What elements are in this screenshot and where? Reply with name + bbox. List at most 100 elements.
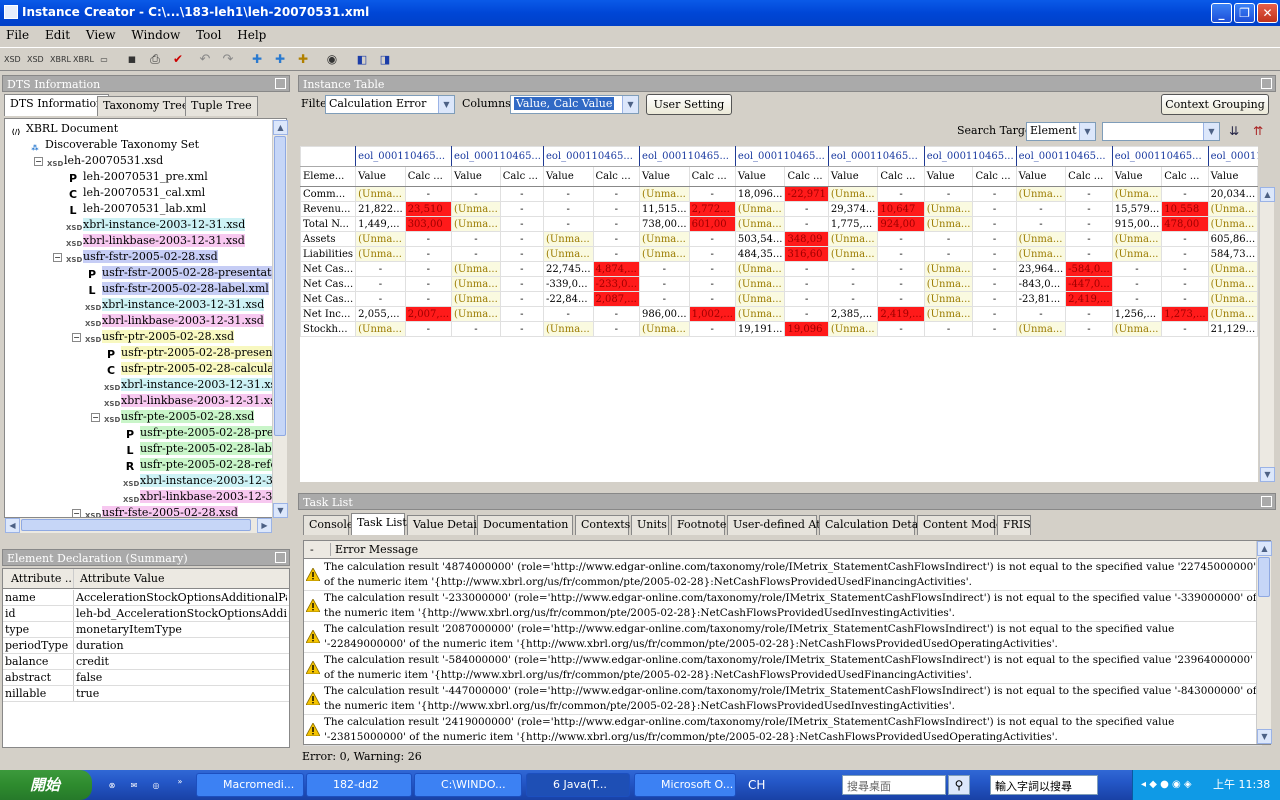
calc-value-cell[interactable]: - (784, 216, 829, 232)
value-cell[interactable]: (Unma... (639, 321, 690, 337)
value-cell[interactable]: (Unma... (355, 186, 406, 202)
scroll-down-icon[interactable]: ▼ (273, 503, 288, 518)
calc-value-cell[interactable]: - (499, 246, 544, 262)
calc-value-cell[interactable]: - (784, 276, 829, 292)
value-cell[interactable]: (Unma... (1015, 246, 1067, 262)
element-name-cell[interactable]: Net Cas... (300, 276, 357, 292)
calc-value-cell[interactable]: - (1065, 246, 1113, 262)
tree-node[interactable]: Cleh-20070531_cal.xml (66, 185, 205, 201)
context-group-header[interactable]: eol_000110465... (827, 146, 925, 167)
value-cell[interactable]: 19,191... (734, 321, 786, 337)
calc-value-cell[interactable]: 2,772... (688, 201, 736, 217)
calc-value-cell[interactable]: 2,087,... (592, 291, 641, 307)
menu-tool[interactable]: Tool (190, 26, 227, 42)
calc-value-cell[interactable]: - (404, 186, 453, 202)
tree-node[interactable]: XSDxbrl-linkbase-2003-12-31.xsd (104, 393, 283, 409)
value-cell[interactable]: (Unma... (1111, 231, 1163, 247)
value-cell[interactable]: - (451, 321, 501, 337)
context-group-header[interactable]: eol_000110465... (1111, 146, 1209, 167)
element-name-cell[interactable]: Assets (300, 231, 357, 247)
calc-value-cell[interactable]: 1,273,... (1161, 306, 1209, 322)
calc-value-cell[interactable]: 1,002,... (688, 306, 736, 322)
value-cell[interactable]: 29,374... (827, 201, 879, 217)
attribute-row[interactable]: balance credit (3, 654, 289, 670)
hscroll-thumb[interactable] (21, 519, 251, 531)
tab-fris[interactable]: FRIS (997, 515, 1031, 535)
value-cell[interactable]: - (827, 276, 879, 292)
list-item[interactable]: The calculation result '2087000000' (rol… (304, 622, 1262, 653)
value-cell[interactable]: - (923, 246, 974, 262)
value-cell[interactable]: 1,449,... (355, 216, 406, 232)
list-item[interactable]: The calculation result '4874000000' (rol… (304, 560, 1262, 591)
value-cell[interactable]: (Unma... (542, 246, 594, 262)
value-cell[interactable]: 584,73... (1207, 246, 1258, 262)
calc-value-cell[interactable]: - (972, 231, 1017, 247)
value-cell[interactable]: -843,0... (1015, 276, 1067, 292)
value-cell[interactable]: (Unma... (639, 231, 690, 247)
value-cell[interactable]: - (1111, 261, 1163, 277)
scroll-down-icon[interactable]: ▼ (1260, 467, 1275, 482)
view-icon[interactable]: ◉ (324, 52, 340, 67)
value-cell[interactable]: - (355, 291, 406, 307)
ime-input[interactable]: 輸入字詞以搜尋 (990, 775, 1098, 795)
menu-edit[interactable]: Edit (39, 26, 76, 42)
start-button[interactable]: 開始 (0, 770, 92, 800)
calc-value-cell[interactable]: 10,558 (1161, 201, 1209, 217)
calc-value-cell[interactable]: - (688, 321, 736, 337)
calc-value-cell[interactable]: - (784, 201, 829, 217)
tree-collapse-icon[interactable]: − (72, 333, 81, 342)
tree-collapse-icon[interactable]: − (91, 413, 100, 422)
maximize-button[interactable]: ❐ (1234, 3, 1255, 23)
tree-node[interactable]: Pusfr-fstr-2005-02-28-presentation.xml (85, 265, 286, 281)
calc-value-cell[interactable]: - (1161, 276, 1209, 292)
attribute-row[interactable]: periodType duration (3, 638, 289, 654)
calc-value-cell[interactable]: 478,00 (1161, 216, 1209, 232)
tree-node[interactable]: Lleh-20070531_lab.xml (66, 201, 206, 217)
list-item[interactable]: The calculation result '-584000000' (rol… (304, 653, 1262, 684)
value-cell[interactable]: - (1111, 291, 1163, 307)
value-cell[interactable]: (Unma... (734, 276, 786, 292)
value-cell[interactable]: (Unma... (639, 246, 690, 262)
task-microsoft[interactable]: Microsoft O... (634, 773, 736, 797)
tree-node[interactable]: XSDusfr-fstr-2005-02-28.xsd (66, 249, 218, 265)
add-unit-icon[interactable]: ✚ (295, 52, 311, 67)
value-cell[interactable]: 20,034... (1207, 186, 1258, 202)
value-cell[interactable]: (Unma... (923, 291, 974, 307)
calc-value-cell[interactable]: - (972, 261, 1017, 277)
calc-value-cell[interactable]: - (688, 261, 736, 277)
scroll-up-icon[interactable]: ▲ (1257, 541, 1272, 556)
value-cell[interactable]: (Unma... (1207, 291, 1258, 307)
calc-value-column-header[interactable]: Calc ... (877, 166, 925, 187)
calc-value-cell[interactable]: - (877, 186, 925, 202)
table-row[interactable]: Revenu... 21,822... 23,510 (Unma... - - -11,51… (300, 201, 1258, 217)
nav-left-icon[interactable]: ◧ (354, 52, 370, 67)
value-cell[interactable]: (Unma... (355, 246, 406, 262)
element-name-cell[interactable]: Total N... (300, 216, 357, 232)
calc-value-column-header[interactable]: Calc ... (592, 166, 641, 187)
task-folder[interactable]: 182-dd2 (306, 773, 412, 797)
value-column-header[interactable]: Value (355, 166, 406, 187)
value-cell[interactable]: (Unma... (923, 276, 974, 292)
attribute-row[interactable]: nillable true (3, 686, 289, 702)
calc-value-cell[interactable]: -233,0... (592, 276, 641, 292)
value-cell[interactable]: (Unma... (1111, 246, 1163, 262)
value-cell[interactable]: - (451, 231, 501, 247)
tab-dts-information[interactable]: DTS Information (4, 94, 110, 116)
search-input[interactable]: ▼ (1102, 122, 1220, 141)
scroll-right-icon[interactable]: ▶ (257, 518, 272, 533)
add-element-icon[interactable]: ✚ (249, 52, 265, 67)
open-xsd-icon[interactable]: XSD (27, 52, 44, 67)
value-cell[interactable]: 15,579... (1111, 201, 1163, 217)
value-cell[interactable]: - (639, 276, 690, 292)
calc-value-cell[interactable]: - (1161, 321, 1209, 337)
nav-right-icon[interactable]: ◨ (377, 52, 393, 67)
calc-value-cell[interactable]: - (1161, 291, 1209, 307)
calc-value-cell[interactable]: - (877, 276, 925, 292)
context-group-header[interactable]: eol_000110465... (355, 146, 453, 167)
calc-value-cell[interactable]: - (688, 276, 736, 292)
attribute-row[interactable]: name AccelerationStockOptionsAdditionalPa… (3, 590, 289, 606)
calc-value-cell[interactable]: 4,874,... (592, 261, 641, 277)
calc-value-cell[interactable]: - (877, 321, 925, 337)
value-cell[interactable]: (Unma... (451, 261, 501, 277)
menu-view[interactable]: View (80, 26, 122, 42)
